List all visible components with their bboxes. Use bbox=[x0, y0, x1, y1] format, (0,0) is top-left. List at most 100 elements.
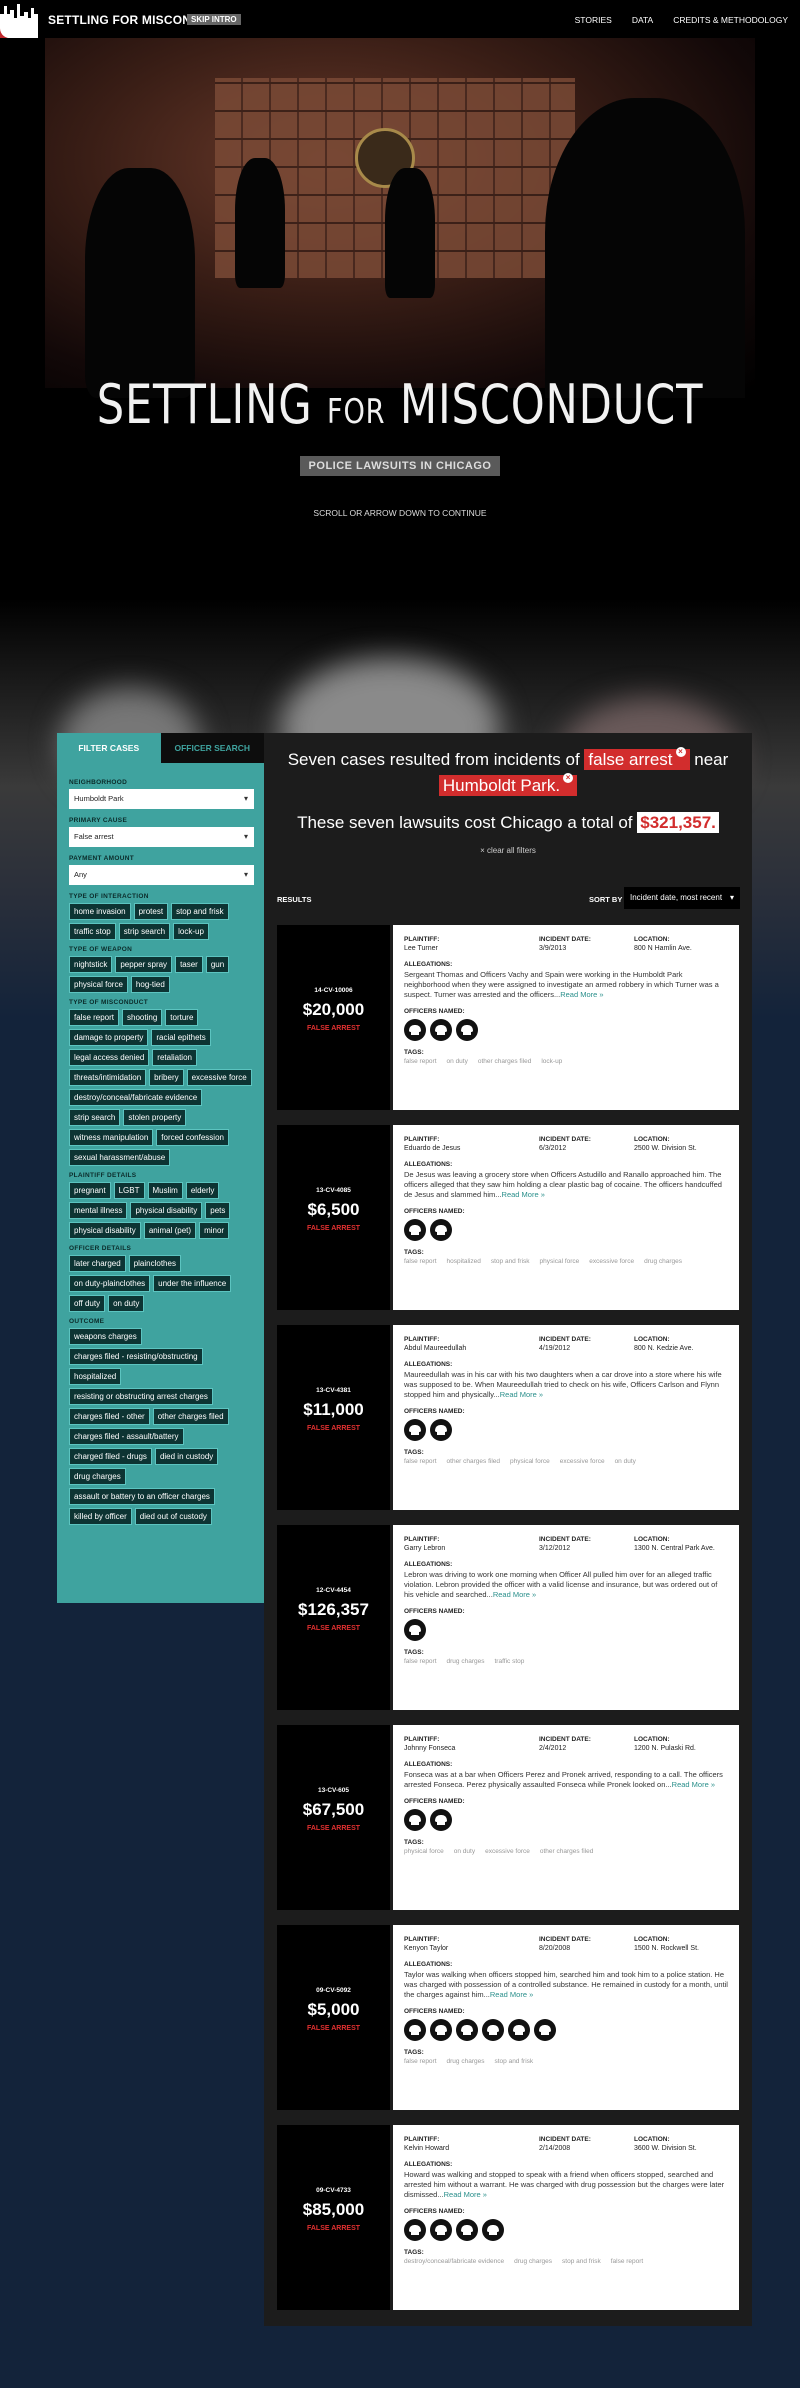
filter-tag[interactable]: charges filed - assault/battery bbox=[69, 1428, 184, 1445]
filter-tag[interactable]: excessive force bbox=[186, 1069, 252, 1086]
case-tag[interactable]: physical force bbox=[510, 1458, 550, 1465]
close-icon[interactable]: × bbox=[563, 773, 574, 783]
filter-tag[interactable]: on duty bbox=[108, 1295, 145, 1312]
officer-badge-icon[interactable] bbox=[534, 2019, 556, 2041]
filter-tag[interactable]: legal access denied bbox=[69, 1049, 150, 1066]
filter-tag[interactable]: LGBT bbox=[113, 1182, 145, 1199]
officer-badge-icon[interactable] bbox=[482, 2019, 504, 2041]
officer-badge-icon[interactable] bbox=[404, 1419, 426, 1441]
filter-tag[interactable]: destroy/conceal/fabricate evidence bbox=[69, 1089, 203, 1106]
filter-tag[interactable]: animal (pet) bbox=[143, 1222, 197, 1239]
case-tag[interactable]: other charges filed bbox=[478, 1058, 531, 1065]
case-tag[interactable]: excessive force bbox=[560, 1458, 605, 1465]
filter-tag[interactable]: taser bbox=[175, 956, 203, 973]
nav-credits[interactable]: CREDITS & METHODOLOGY bbox=[673, 15, 788, 25]
filter-tag[interactable]: killed by officer bbox=[69, 1508, 132, 1525]
read-more-link[interactable]: Read More » bbox=[500, 1390, 543, 1399]
filter-tag[interactable]: died out of custody bbox=[134, 1508, 212, 1525]
case-tag[interactable]: destroy/conceal/fabricate evidence bbox=[404, 2258, 504, 2265]
filter-tag[interactable]: hog-tied bbox=[130, 976, 170, 993]
officer-badge-icon[interactable] bbox=[430, 2219, 452, 2241]
case-tag[interactable]: lock-up bbox=[541, 1058, 562, 1065]
filter-tag[interactable]: nightstick bbox=[69, 956, 113, 973]
filter-tag[interactable]: threats/intimidation bbox=[69, 1069, 147, 1086]
filter-tag[interactable]: hospitalized bbox=[69, 1368, 122, 1385]
filter-tag[interactable]: protest bbox=[133, 903, 169, 920]
filter-tag[interactable]: traffic stop bbox=[69, 923, 116, 940]
case-tag[interactable]: on duty bbox=[447, 1058, 468, 1065]
case-summary[interactable]: 14-CV-10006 $20,000 FALSE ARREST bbox=[277, 925, 390, 1110]
case-tag[interactable]: drug charges bbox=[447, 1658, 485, 1665]
close-icon[interactable]: × bbox=[675, 747, 686, 757]
case-tag[interactable]: stop and frisk bbox=[562, 2258, 601, 2265]
read-more-link[interactable]: Read More » bbox=[444, 2190, 487, 2199]
filter-tag[interactable]: home invasion bbox=[69, 903, 131, 920]
filter-tag[interactable]: witness manipulation bbox=[69, 1129, 154, 1146]
case-summary[interactable]: 12-CV-4454 $126,357 FALSE ARREST bbox=[277, 1525, 390, 1710]
filter-tag[interactable]: drug charges bbox=[69, 1468, 126, 1485]
officer-badge-icon[interactable] bbox=[482, 2219, 504, 2241]
filter-tag[interactable]: gun bbox=[205, 956, 230, 973]
neighborhood-select[interactable]: Humboldt Park bbox=[69, 789, 254, 809]
case-tag[interactable]: false report bbox=[611, 2258, 644, 2265]
filter-tag[interactable]: strip search bbox=[118, 923, 171, 940]
skip-intro-button[interactable]: SKIP INTRO bbox=[187, 14, 241, 25]
filter-tag[interactable]: lock-up bbox=[173, 923, 209, 940]
filter-tag[interactable]: false report bbox=[69, 1009, 120, 1026]
filter-tag[interactable]: charges filed - other bbox=[69, 1408, 150, 1425]
skyline-logo-icon[interactable] bbox=[0, 0, 40, 38]
filter-tag[interactable]: on duty-plainclothes bbox=[69, 1275, 151, 1292]
filter-tag[interactable]: shooting bbox=[122, 1009, 163, 1026]
filter-tag[interactable]: strip search bbox=[69, 1109, 121, 1126]
officer-badge-icon[interactable] bbox=[404, 2219, 426, 2241]
read-more-link[interactable]: Read More » bbox=[502, 1190, 545, 1199]
filter-tag[interactable]: physical force bbox=[69, 976, 128, 993]
officer-badge-icon[interactable] bbox=[404, 1219, 426, 1241]
case-tag[interactable]: physical force bbox=[404, 1848, 444, 1855]
clear-filters-link[interactable]: × clear all filters bbox=[264, 846, 752, 855]
tab-filter-cases[interactable]: FILTER CASES bbox=[57, 733, 161, 763]
officer-badge-icon[interactable] bbox=[430, 1019, 452, 1041]
filter-tag[interactable]: off duty bbox=[69, 1295, 106, 1312]
filter-tag[interactable]: mental illness bbox=[69, 1202, 128, 1219]
filter-tag[interactable]: under the influence bbox=[153, 1275, 232, 1292]
filter-tag[interactable]: bribery bbox=[149, 1069, 184, 1086]
case-summary[interactable]: 09-CV-5092 $5,000 FALSE ARREST bbox=[277, 1925, 390, 2110]
sort-select[interactable]: Incident date, most recent bbox=[624, 887, 740, 909]
officer-badge-icon[interactable] bbox=[456, 2019, 478, 2041]
case-tag[interactable]: on duty bbox=[615, 1458, 636, 1465]
case-summary[interactable]: 13-CV-4381 $11,000 FALSE ARREST bbox=[277, 1325, 390, 1510]
case-tag[interactable]: stop and frisk bbox=[494, 2058, 533, 2065]
nav-stories[interactable]: STORIES bbox=[575, 15, 612, 25]
filter-tag[interactable]: physical disability bbox=[130, 1202, 203, 1219]
case-tag[interactable]: stop and frisk bbox=[491, 1258, 530, 1265]
case-tag[interactable]: traffic stop bbox=[494, 1658, 524, 1665]
filter-tag[interactable]: later charged bbox=[69, 1255, 126, 1272]
filter-tag[interactable]: weapons charges bbox=[69, 1328, 142, 1345]
payment-amount-select[interactable]: Any bbox=[69, 865, 254, 885]
officer-badge-icon[interactable] bbox=[430, 2019, 452, 2041]
filter-tag[interactable]: sexual harassment/abuse bbox=[69, 1149, 171, 1166]
case-tag[interactable]: drug charges bbox=[447, 2058, 485, 2065]
case-tag[interactable]: false report bbox=[404, 2058, 437, 2065]
tab-officer-search[interactable]: OFFICER SEARCH bbox=[160, 733, 264, 763]
officer-badge-icon[interactable] bbox=[430, 1809, 452, 1831]
filter-tag[interactable]: racial epithets bbox=[151, 1029, 211, 1046]
case-tag[interactable]: false report bbox=[404, 1458, 437, 1465]
filter-tag[interactable]: retaliation bbox=[152, 1049, 197, 1066]
filter-tag[interactable]: plainclothes bbox=[128, 1255, 181, 1272]
case-tag[interactable]: excessive force bbox=[589, 1258, 634, 1265]
case-summary[interactable]: 13-CV-4085 $6,500 FALSE ARREST bbox=[277, 1125, 390, 1310]
officer-badge-icon[interactable] bbox=[508, 2019, 530, 2041]
officer-badge-icon[interactable] bbox=[404, 2019, 426, 2041]
case-tag[interactable]: drug charges bbox=[514, 2258, 552, 2265]
filter-tag[interactable]: stop and frisk bbox=[171, 903, 229, 920]
filter-tag[interactable]: other charges filed bbox=[152, 1408, 229, 1425]
filter-tag[interactable]: pets bbox=[205, 1202, 231, 1219]
officer-badge-icon[interactable] bbox=[404, 1619, 426, 1641]
filter-tag[interactable]: physical disability bbox=[69, 1222, 141, 1239]
officer-badge-icon[interactable] bbox=[404, 1809, 426, 1831]
filter-tag[interactable]: charged filed - drugs bbox=[69, 1448, 152, 1465]
case-tag[interactable]: excessive force bbox=[485, 1848, 530, 1855]
case-tag[interactable]: drug charges bbox=[644, 1258, 682, 1265]
